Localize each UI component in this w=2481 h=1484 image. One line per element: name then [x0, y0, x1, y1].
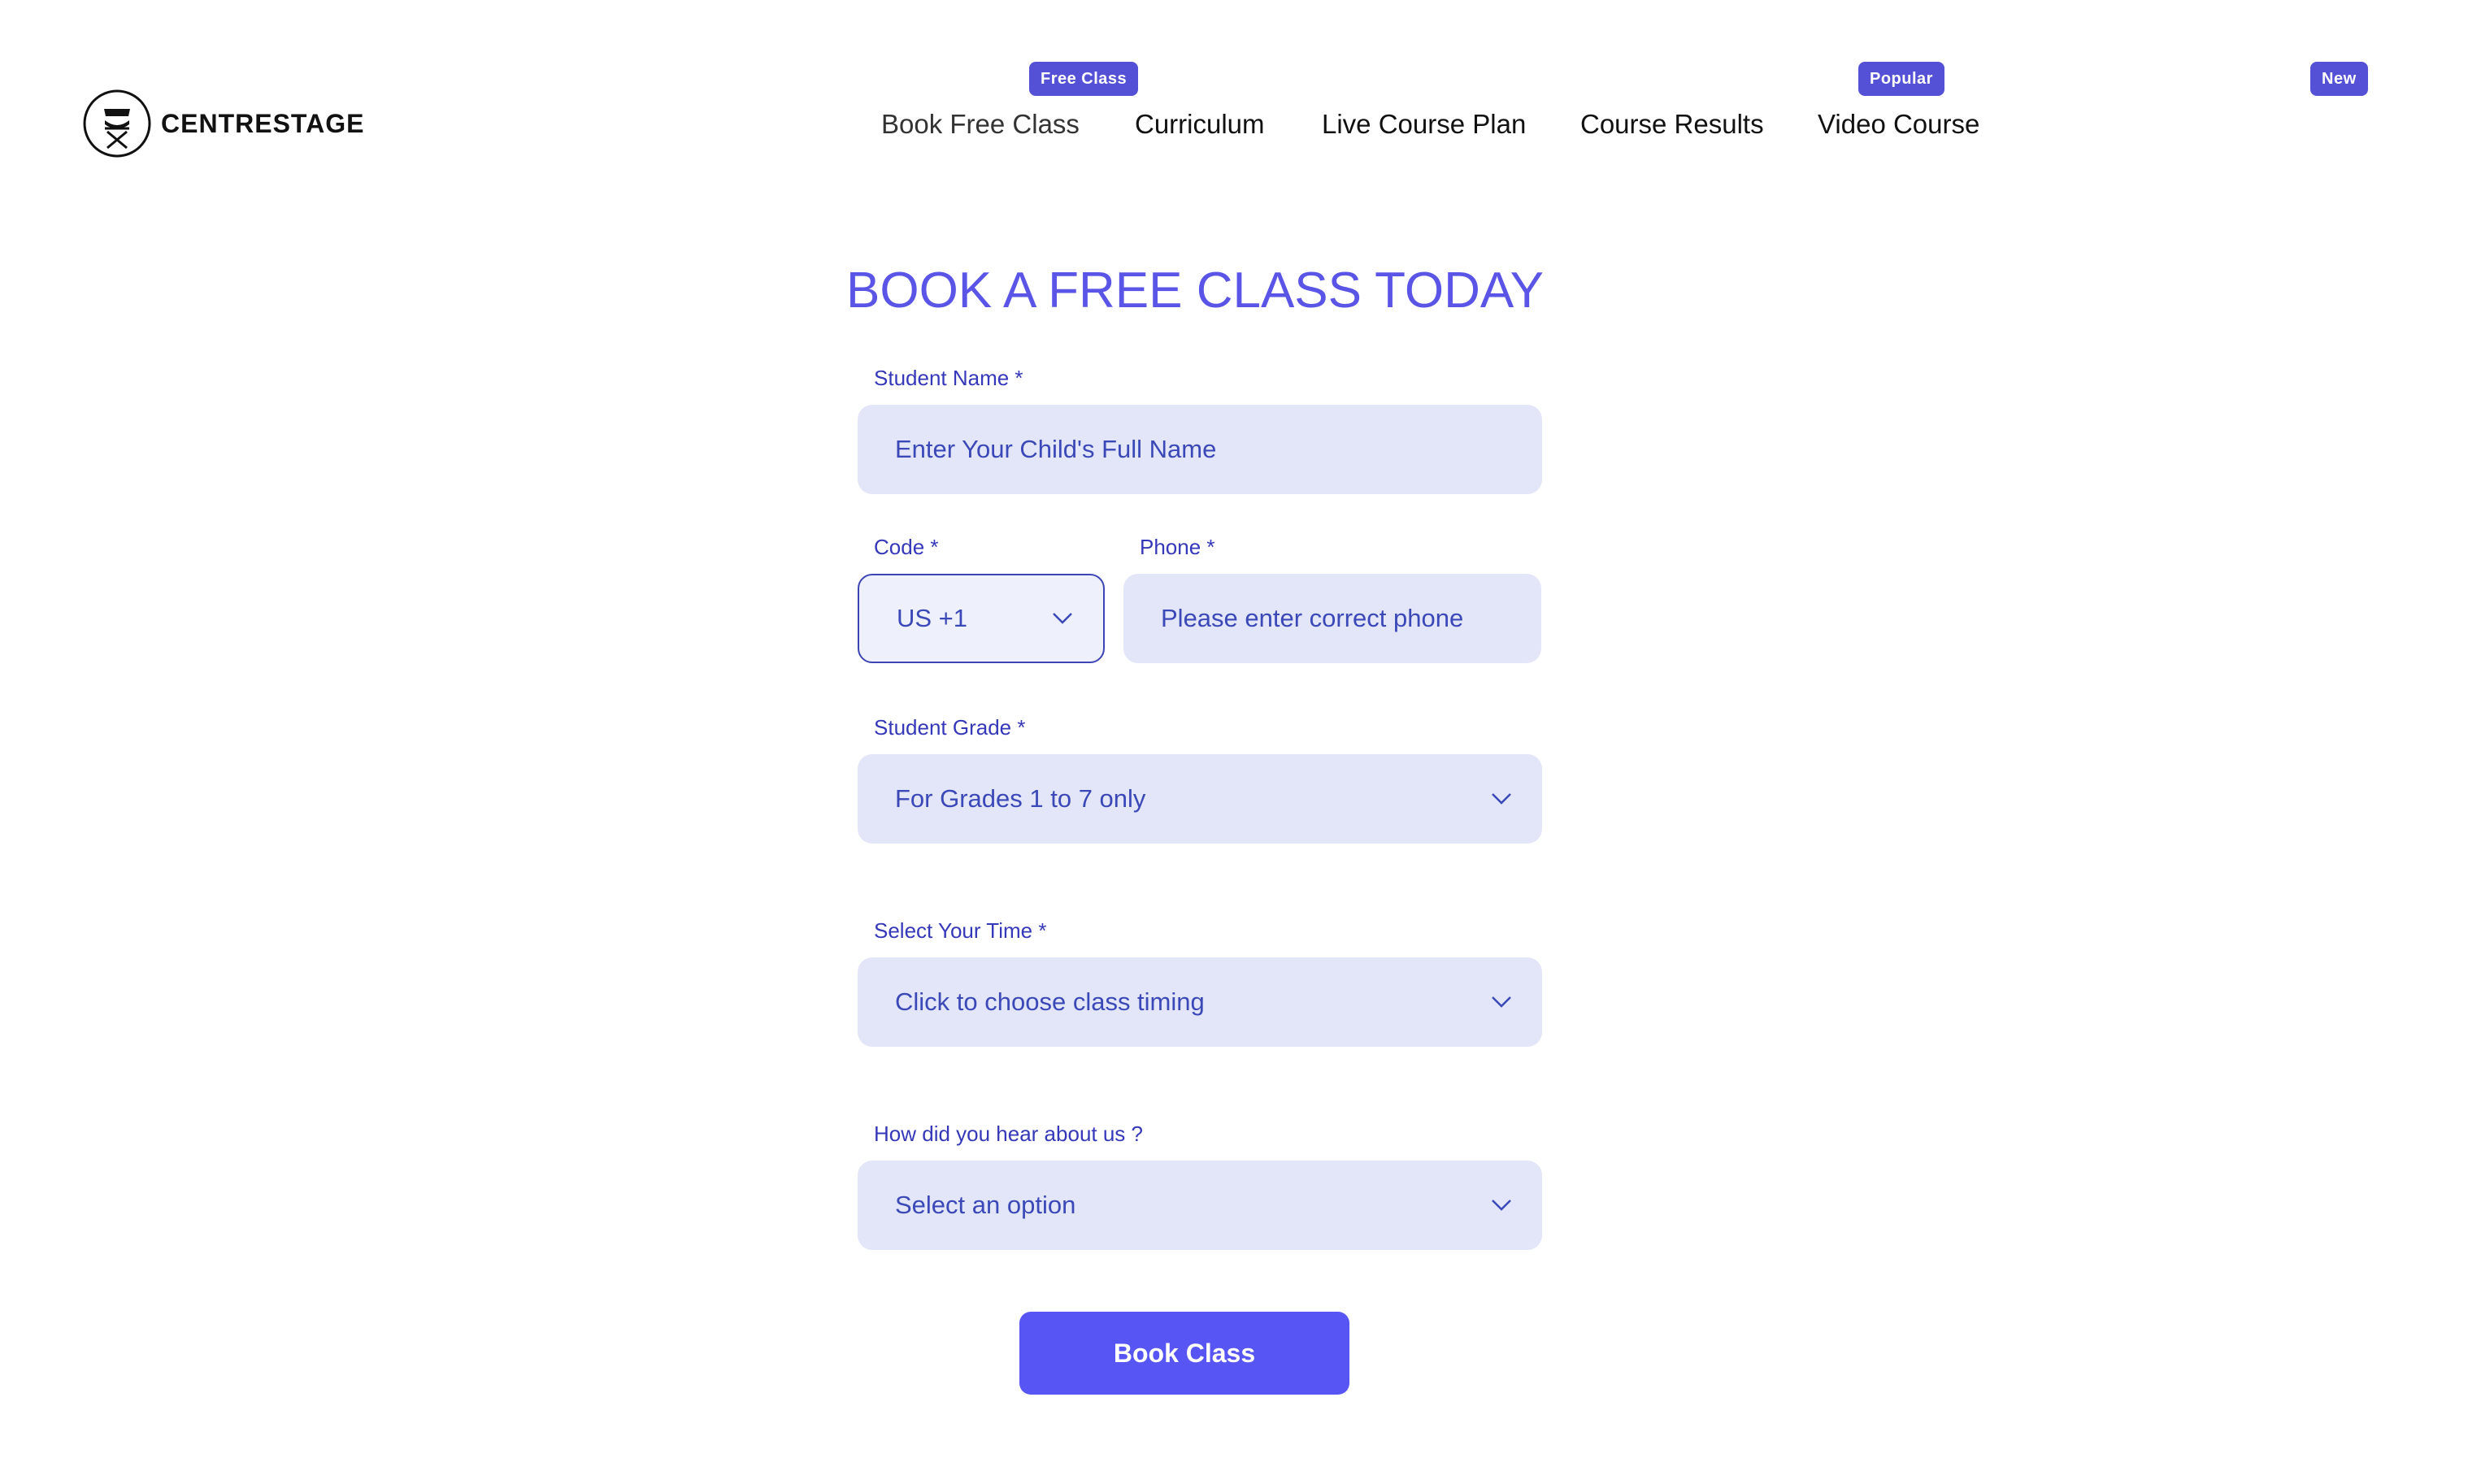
brand-logo[interactable]: CENTRESTAGE: [83, 89, 364, 158]
nav-curriculum[interactable]: Curriculum: [1135, 109, 1265, 140]
nav-live-course-plan[interactable]: Live Course Plan: [1322, 109, 1526, 140]
chevron-down-icon: [1492, 793, 1511, 805]
new-badge: New: [2310, 62, 2368, 96]
book-class-button[interactable]: Book Class: [1019, 1312, 1349, 1395]
class-time-value: Click to choose class timing: [895, 987, 1205, 1016]
referral-source-select[interactable]: Select an option: [858, 1161, 1542, 1250]
nav-video-course[interactable]: Video Course: [1818, 109, 1979, 140]
page: CENTRESTAGE Free Class Popular New Book …: [0, 0, 2481, 1484]
referral-source-value: Select an option: [895, 1191, 1076, 1219]
chevron-down-icon: [1492, 996, 1511, 1008]
nav-course-results[interactable]: Course Results: [1580, 109, 1764, 140]
chevron-down-icon: [1492, 1200, 1511, 1211]
code-label: Code *: [874, 535, 939, 559]
phone-label: Phone *: [1140, 535, 1215, 559]
chevron-down-icon: [1053, 613, 1072, 624]
free-class-badge: Free Class: [1029, 62, 1139, 96]
popular-badge: Popular: [1858, 62, 1944, 96]
student-grade-label: Student Grade *: [874, 715, 1026, 740]
phone-input[interactable]: Please enter correct phone: [1123, 574, 1541, 663]
class-time-select[interactable]: Click to choose class timing: [858, 957, 1542, 1047]
country-code-value: US +1: [897, 604, 968, 632]
student-name-input[interactable]: Enter Your Child's Full Name: [858, 405, 1542, 494]
student-grade-select[interactable]: For Grades 1 to 7 only: [858, 754, 1542, 844]
student-name-label: Student Name *: [874, 366, 1023, 390]
phone-placeholder: Please enter correct phone: [1161, 604, 1464, 632]
select-time-label: Select Your Time *: [874, 918, 1047, 943]
nav-book-free-class[interactable]: Book Free Class: [881, 109, 1080, 140]
student-grade-value: For Grades 1 to 7 only: [895, 784, 1146, 813]
form-title: BOOK A FREE CLASS TODAY: [846, 263, 1544, 319]
brand-name: CENTRESTAGE: [161, 108, 365, 138]
student-name-placeholder: Enter Your Child's Full Name: [895, 435, 1217, 463]
referral-source-label: How did you hear about us ?: [874, 1122, 1143, 1146]
director-chair-icon: [83, 89, 151, 158]
country-code-select[interactable]: US +1: [858, 574, 1105, 663]
